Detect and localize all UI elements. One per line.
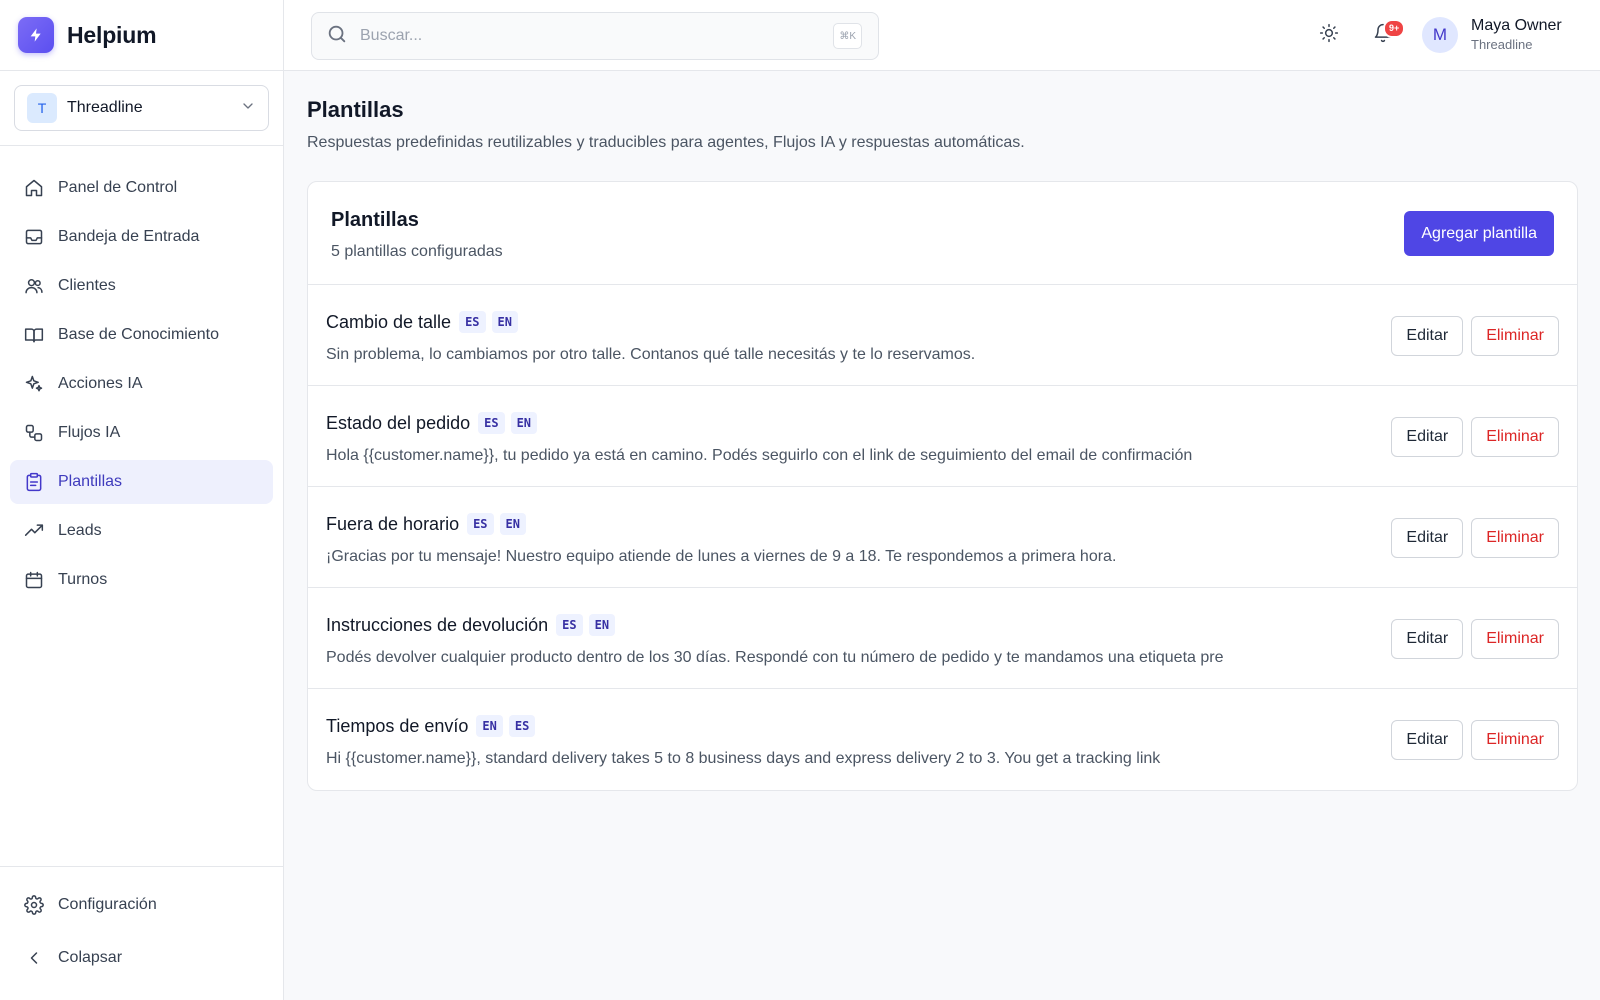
language-badge: ES xyxy=(508,715,536,737)
sidebar-item-label: Acciones IA xyxy=(58,375,143,392)
sidebar-item-label: Configuración xyxy=(58,896,157,913)
language-badge: EN xyxy=(476,715,503,737)
templates-card: Plantillas 5 plantillas configuradas Agr… xyxy=(307,181,1578,791)
language-badge: EN xyxy=(499,513,526,535)
language-badge: ES xyxy=(556,614,583,636)
sidebar-item-clientes[interactable]: Clientes xyxy=(10,264,273,308)
card-subtitle: 5 plantillas configuradas xyxy=(331,243,503,260)
list-item: Fuera de horario ES EN ¡Gracias por tu m… xyxy=(308,487,1577,588)
template-preview: ¡Gracias por tu mensaje! Nuestro equipo … xyxy=(326,548,1117,565)
calendar-icon xyxy=(24,570,44,590)
search-icon xyxy=(326,23,348,50)
sidebar-item-base-de-conocimiento[interactable]: Base de Conocimiento xyxy=(10,313,273,357)
sidebar: Helpium T Threadline Panel de Control Ba… xyxy=(0,0,284,1000)
delete-button[interactable]: Eliminar xyxy=(1471,518,1559,558)
sun-icon xyxy=(1319,23,1339,48)
sidebar-item-label: Panel de Control xyxy=(58,179,178,196)
sidebar-item-label: Clientes xyxy=(58,277,116,294)
template-title: Cambio de talle xyxy=(326,311,452,332)
sparkles-icon xyxy=(24,374,44,394)
keyboard-shortcut-badge: ⌘K xyxy=(833,23,862,49)
notifications-button[interactable]: 9+ xyxy=(1371,19,1406,47)
edit-button[interactable]: Editar xyxy=(1391,417,1464,457)
trending-up-icon xyxy=(24,521,44,541)
template-title: Instrucciones de devolución xyxy=(326,614,549,635)
user-org: Threadline xyxy=(1471,37,1533,52)
template-title: Fuera de horario xyxy=(326,513,460,534)
user-menu[interactable]: M Maya Owner Threadline xyxy=(1422,16,1562,54)
template-title: Tiempos de envío xyxy=(326,715,469,736)
sidebar-item-acciones-ia[interactable]: Acciones IA xyxy=(10,362,273,406)
brand: Helpium xyxy=(0,0,283,71)
list-item: Estado del pedido ES EN Hola {{customer.… xyxy=(308,386,1577,487)
delete-button[interactable]: Eliminar xyxy=(1471,316,1559,356)
delete-button[interactable]: Eliminar xyxy=(1471,720,1559,760)
sidebar-item-label: Leads xyxy=(58,522,102,539)
language-badge: EN xyxy=(588,614,616,636)
language-badge: ES xyxy=(478,412,505,434)
sidebar-item-panel-de-control[interactable]: Panel de Control xyxy=(10,166,273,210)
edit-button[interactable]: Editar xyxy=(1391,518,1464,558)
main-content: Plantillas Respuestas predefinidas reuti… xyxy=(307,71,1578,791)
home-icon xyxy=(24,178,44,198)
list-item: Cambio de talle ES EN Sin problema, lo c… xyxy=(308,285,1577,386)
template-preview: Podés devolver cualquier producto dentro… xyxy=(326,649,1224,666)
template-preview: Hi {{customer.name}}, standard delivery … xyxy=(326,750,1161,767)
list-item: Instrucciones de devolución ES EN Podés … xyxy=(308,588,1577,689)
workspace-selector[interactable]: T Threadline xyxy=(14,85,269,131)
user-name: Maya Owner xyxy=(1471,17,1562,34)
lightning-bolt-icon xyxy=(18,17,54,53)
template-preview: Hola {{customer.name}}, tu pedido ya est… xyxy=(326,447,1193,464)
delete-button[interactable]: Eliminar xyxy=(1471,619,1559,659)
edit-button[interactable]: Editar xyxy=(1391,619,1464,659)
edit-button[interactable]: Editar xyxy=(1391,720,1464,760)
language-badge: ES xyxy=(467,513,494,535)
chevron-left-icon xyxy=(24,948,44,968)
avatar: M xyxy=(1422,17,1458,53)
users-icon xyxy=(24,276,44,296)
sidebar-item-configuracion[interactable]: Configuración xyxy=(10,883,273,927)
sidebar-item-label: Bandeja de Entrada xyxy=(58,228,200,245)
template-title: Estado del pedido xyxy=(326,412,471,433)
sidebar-item-label: Turnos xyxy=(58,571,108,588)
top-bar: Buscar... ⌘K 9+ M Maya Owner Threadline xyxy=(284,0,1600,71)
language-badge: EN xyxy=(510,412,538,434)
gear-icon xyxy=(24,895,44,915)
sidebar-item-label: Flujos IA xyxy=(58,424,121,441)
language-badge: ES xyxy=(459,311,486,333)
add-template-button[interactable]: Agregar plantilla xyxy=(1404,211,1554,256)
sidebar-footer: Configuración Colapsar xyxy=(0,866,283,1000)
sidebar-nav: Panel de Control Bandeja de Entrada Clie… xyxy=(0,146,283,602)
chevron-down-icon xyxy=(240,98,256,119)
sidebar-item-leads[interactable]: Leads xyxy=(10,509,273,553)
notification-count-badge: 9+ xyxy=(1383,19,1406,38)
template-preview: Sin problema, lo cambiamos por otro tall… xyxy=(326,346,976,363)
sidebar-item-plantillas[interactable]: Plantillas xyxy=(10,460,273,504)
clipboard-icon xyxy=(24,472,44,492)
brand-name: Helpium xyxy=(67,21,157,48)
sidebar-collapse-button[interactable]: Colapsar xyxy=(10,936,273,980)
workflow-icon xyxy=(24,423,44,443)
language-badge: EN xyxy=(491,311,518,333)
delete-button[interactable]: Eliminar xyxy=(1471,417,1559,457)
page-subtitle: Respuestas predefinidas reutilizables y … xyxy=(307,134,1025,151)
sidebar-item-bandeja-de-entrada[interactable]: Bandeja de Entrada xyxy=(10,215,273,259)
page-title: Plantillas xyxy=(307,97,404,122)
edit-button[interactable]: Editar xyxy=(1391,316,1464,356)
workspace-avatar: T xyxy=(27,93,57,123)
sidebar-item-label: Base de Conocimiento xyxy=(58,326,219,343)
sidebar-item-label: Plantillas xyxy=(58,473,123,490)
search-input[interactable]: Buscar... ⌘K xyxy=(311,12,879,60)
sidebar-item-turnos[interactable]: Turnos xyxy=(10,558,273,602)
sidebar-item-flujos-ia[interactable]: Flujos IA xyxy=(10,411,273,455)
sidebar-item-label: Colapsar xyxy=(58,949,123,966)
list-item: Tiempos de envío EN ES Hi {{customer.nam… xyxy=(308,689,1577,790)
workspace-name: Threadline xyxy=(67,99,143,116)
search-placeholder: Buscar... xyxy=(360,27,423,44)
theme-toggle-button[interactable] xyxy=(1317,23,1341,47)
inbox-icon xyxy=(24,227,44,247)
book-icon xyxy=(24,325,44,345)
card-title: Plantillas xyxy=(331,209,419,231)
